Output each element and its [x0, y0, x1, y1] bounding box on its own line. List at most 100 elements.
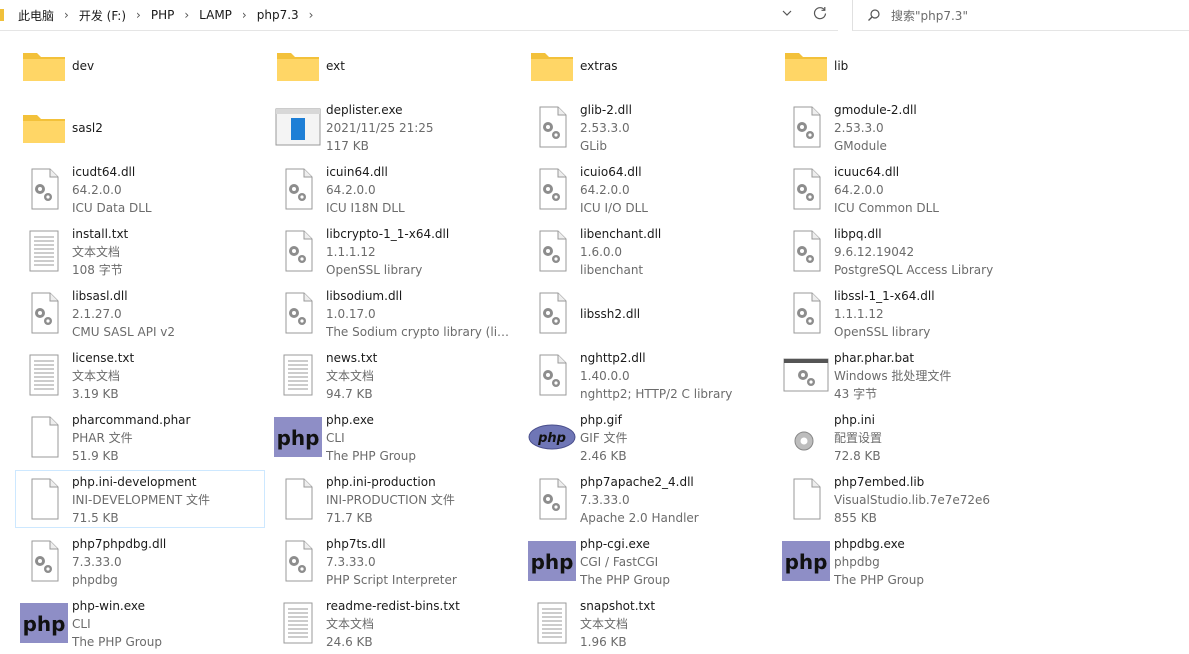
refresh-icon[interactable] [812, 5, 828, 21]
file-item[interactable]: libpq.dll 9.6.12.19042 PostgreSQL Access L… [777, 222, 1027, 280]
file-name: gmodule-2.dll [834, 103, 917, 117]
file-name: pharcommand.phar [72, 413, 191, 427]
dll-file-icon [274, 227, 322, 275]
file-item[interactable]: nghttp2.dll 1.40.0.0 nghttp2; HTTP/2 C lib… [523, 346, 773, 404]
file-item[interactable]: php7phpdbg.dll 7.3.33.0 phpdbg [15, 532, 265, 590]
file-item[interactable]: install.txt 文本文档 108 字节 [15, 222, 265, 280]
breadcrumb-drive-f[interactable]: 开发 (F:) [79, 7, 126, 24]
file-item[interactable]: icuio64.dll 64.2.0.0 ICU I/O DLL [523, 160, 773, 218]
file-item[interactable]: libcrypto-1_1-x64.dll 1.1.1.12 OpenSSL lib… [269, 222, 519, 280]
file-name: news.txt [326, 351, 378, 365]
file-item[interactable]: php phpdbg.exe phpdbg The PHP Group [777, 532, 1027, 590]
file-name: libenchant.dll [580, 227, 662, 241]
file-item[interactable]: gmodule-2.dll 2.53.3.0 GModule [777, 98, 1027, 156]
file-item[interactable]: php.ini 配置设置 72.8 KB [777, 408, 1027, 466]
file-detail-line-1: 64.2.0.0 [580, 183, 630, 197]
folder-item[interactable]: extras [523, 36, 773, 94]
file-name: readme-redist-bins.txt [326, 599, 460, 613]
folder-item[interactable]: sasl2 [15, 98, 265, 156]
file-item[interactable]: glib-2.dll 2.53.3.0 GLib [523, 98, 773, 156]
folder-icon [20, 41, 68, 89]
php-logo-icon: php [528, 537, 576, 585]
file-item[interactable]: libsasl.dll 2.1.27.0 CMU SASL API v2 [15, 284, 265, 342]
file-item[interactable]: libssl-1_1-x64.dll 1.1.1.12 OpenSSL librar… [777, 284, 1027, 342]
file-name: php7phpdbg.dll [72, 537, 167, 551]
file-name: icudt64.dll [72, 165, 136, 179]
file-detail-line-2: ICU Data DLL [72, 201, 152, 215]
file-item[interactable]: readme-redist-bins.txt 文本文档 24.6 KB [269, 594, 519, 652]
folder-item[interactable]: dev [15, 36, 265, 94]
file-item[interactable]: icudt64.dll 64.2.0.0 ICU Data DLL [15, 160, 265, 218]
breadcrumb-this-pc[interactable]: 此电脑 [18, 7, 54, 24]
php-logo-icon: php [274, 413, 322, 461]
file-item[interactable]: icuin64.dll 64.2.0.0 ICU I18N DLL [269, 160, 519, 218]
file-item[interactable]: news.txt 文本文档 94.7 KB [269, 346, 519, 404]
file-detail-line-2: Apache 2.0 Handler [580, 511, 699, 525]
folder-icon [20, 103, 68, 151]
search-box[interactable]: 搜索"php7.3" [852, 0, 1189, 31]
file-detail-line-1: GIF 文件 [580, 431, 628, 445]
file-item[interactable]: libenchant.dll 1.6.0.0 libenchant [523, 222, 773, 280]
file-item[interactable]: snapshot.txt 文本文档 1.96 KB [523, 594, 773, 652]
chevron-right-icon[interactable]: › [184, 8, 189, 22]
file-detail-line-1: 2021/11/25 21:25 [326, 121, 434, 135]
file-item[interactable]: php.ini-production INI-PRODUCTION 文件 71.7 … [269, 470, 519, 528]
file-item[interactable]: icuuc64.dll 64.2.0.0 ICU Common DLL [777, 160, 1027, 218]
file-name: php.ini-production [326, 475, 436, 489]
file-detail-line-1: 1.1.1.12 [326, 245, 376, 259]
file-item[interactable]: php php.exe CLI The PHP Group [269, 408, 519, 466]
file-item[interactable]: libsodium.dll 1.0.17.0 The Sodium crypto l… [269, 284, 519, 342]
file-detail-line-1: 7.3.33.0 [326, 555, 376, 569]
dll-file-icon [274, 537, 322, 585]
file-detail-line-1: 64.2.0.0 [72, 183, 122, 197]
file-detail-line-2: The PHP Group [580, 573, 670, 587]
chevron-right-icon[interactable]: › [309, 8, 314, 22]
file-item[interactable]: phar.phar.bat Windows 批处理文件 43 字节 [777, 346, 1027, 404]
text-document-icon [274, 351, 322, 399]
text-document-icon [20, 351, 68, 399]
file-detail-line-1: 文本文档 [580, 617, 629, 631]
file-detail-line-1: CLI [72, 617, 91, 631]
file-item[interactable]: php php.gif GIF 文件 2.46 KB [523, 408, 773, 466]
file-detail-line-2: ICU Common DLL [834, 201, 939, 215]
file-name: sasl2 [72, 121, 103, 135]
file-item[interactable]: php php-cgi.exe CGI / FastCGI The PHP Group [523, 532, 773, 590]
file-detail-line-1: 64.2.0.0 [834, 183, 884, 197]
folder-item[interactable]: lib [777, 36, 1027, 94]
chevron-right-icon[interactable]: › [136, 8, 141, 22]
breadcrumb-php[interactable]: PHP [151, 8, 175, 22]
address-bar[interactable]: 此电脑 › 开发 (F:) › PHP › LAMP › php7.3 › [0, 0, 838, 31]
search-placeholder[interactable]: 搜索"php7.3" [891, 7, 968, 24]
file-item[interactable]: php.ini-development INI-DEVELOPMENT 文件 71.… [15, 470, 265, 528]
file-item[interactable]: license.txt 文本文档 3.19 KB [15, 346, 265, 404]
file-item[interactable]: php7apache2_4.dll 7.3.33.0 Apache 2.0 Hand… [523, 470, 773, 528]
breadcrumb-php73[interactable]: php7.3 [257, 8, 299, 22]
file-detail-line-1: 1.0.17.0 [326, 307, 376, 321]
file-detail-line-1: 文本文档 [326, 369, 375, 383]
folder-item[interactable]: ext [269, 36, 519, 94]
file-detail-line-1: phpdbg [834, 555, 880, 569]
dll-file-icon [20, 537, 68, 585]
file-name: dev [72, 59, 95, 73]
chevron-right-icon[interactable]: › [64, 8, 69, 22]
dll-file-icon [528, 475, 576, 523]
file-detail-line-1: CLI [326, 431, 345, 445]
chevron-down-icon[interactable] [780, 6, 794, 20]
file-item[interactable]: php7ts.dll 7.3.33.0 PHP Script Interpreter [269, 532, 519, 590]
file-item[interactable]: deplister.exe 2021/11/25 21:25 117 KB [269, 98, 519, 156]
file-detail-line-1: Windows 批处理文件 [834, 369, 952, 383]
file-item[interactable]: pharcommand.phar PHAR 文件 51.9 KB [15, 408, 265, 466]
dll-file-icon [528, 351, 576, 399]
breadcrumb-lamp[interactable]: LAMP [199, 8, 232, 22]
file-item[interactable]: php php-win.exe CLI The PHP Group [15, 594, 265, 652]
address-toolbar: 此电脑 › 开发 (F:) › PHP › LAMP › php7.3 › 搜索… [0, 0, 1189, 32]
svg-text:php: php [785, 550, 828, 574]
file-detail-line-2: ICU I/O DLL [580, 201, 648, 215]
file-name: php.ini-development [72, 475, 197, 489]
file-item[interactable]: php7embed.lib VisualStudio.lib.7e7e72e6 85… [777, 470, 1027, 528]
file-detail-line-1: 文本文档 [326, 617, 375, 631]
file-detail-line-2: PostgreSQL Access Library [834, 263, 994, 277]
chevron-right-icon[interactable]: › [242, 8, 247, 22]
file-detail-line-2: 1.96 KB [580, 635, 627, 649]
file-item[interactable]: libssh2.dll [523, 284, 773, 342]
